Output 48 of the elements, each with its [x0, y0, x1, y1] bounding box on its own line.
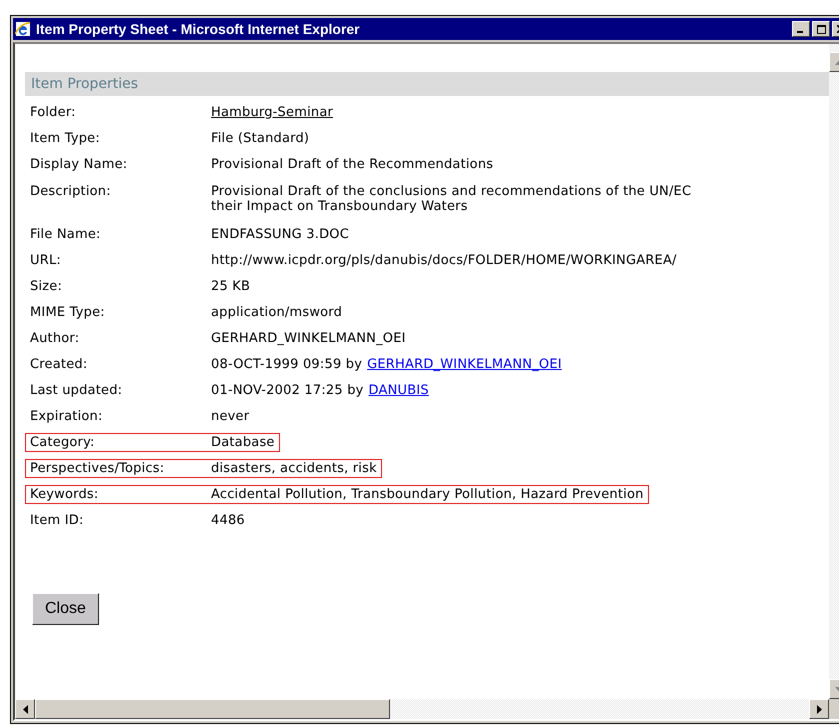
scroll-right-button[interactable] — [809, 699, 829, 719]
field-value: GERHARD_WINKELMANN_OEI — [211, 330, 406, 346]
field-value: 4486 — [211, 512, 245, 528]
field-label: URL: — [30, 252, 62, 268]
field-label: Created: — [30, 356, 88, 372]
field-label: Category: — [30, 434, 96, 450]
browser-icon — [15, 21, 31, 37]
field-value: http://www.icpdr.org/pls/danubis/docs/FOLDER/HOME/WORKINGAREA/ — [211, 252, 677, 268]
field-label: Display Name: — [30, 156, 128, 172]
field-link[interactable]: DANUBIS — [368, 382, 429, 398]
close-page-button[interactable]: Close — [32, 593, 99, 625]
maximize-icon — [816, 24, 826, 34]
field-value: disasters, accidents, risk — [211, 460, 377, 476]
field-value: never — [211, 408, 250, 424]
field-label: Keywords: — [30, 486, 100, 502]
field-value: 08-OCT-1999 09:59 by — [211, 356, 362, 372]
field-label: MIME Type: — [30, 304, 106, 320]
maximize-button[interactable] — [812, 21, 830, 37]
field-link[interactable]: Hamburg-Seminar — [211, 104, 334, 120]
field-value: ENDFASSUNG 3.DOC — [211, 226, 349, 242]
window-title: Item Property Sheet - Microsoft Internet Explorer — [36, 21, 361, 37]
horizontal-scrollbar[interactable] — [15, 699, 829, 719]
field-value: their Impact on Transboundary Waters — [211, 199, 469, 214]
field-value: Accidental Pollution, Transboundary Pollution, Hazard Prevention — [211, 486, 644, 502]
scroll-thumb[interactable] — [35, 699, 390, 719]
field-label: Last updated: — [30, 382, 124, 398]
scroll-left-button[interactable] — [15, 699, 35, 719]
field-value: Provisional Draft of the Recommendations — [211, 156, 494, 172]
field-label: Item Type: — [30, 130, 101, 146]
field-value: 01-NOV-2002 17:25 by — [211, 382, 364, 398]
field-value: Provisional Draft of the conclusions and recommendations of the UN/EC — [211, 184, 692, 199]
field-label: Size: — [30, 278, 64, 294]
field-value: application/msword — [211, 304, 342, 320]
field-label: File Name: — [30, 226, 102, 242]
field-link[interactable]: GERHARD_WINKELMANN_OEI — [367, 356, 562, 372]
section-header: Item Properties — [25, 72, 829, 96]
field-value: File (Standard) — [211, 130, 310, 146]
field-value: Database — [211, 434, 275, 450]
right-arrow-icon — [816, 704, 822, 714]
field-label: Perspectives/Topics: — [30, 460, 166, 476]
field-label: Folder: — [30, 104, 77, 120]
left-arrow-icon — [22, 704, 28, 714]
field-label: Item ID: — [30, 512, 85, 528]
minimize-button[interactable] — [792, 21, 810, 37]
field-label: Description: — [30, 184, 112, 199]
field-label: Expiration: — [30, 408, 104, 424]
field-value: 25 KB — [211, 278, 250, 294]
field-label: Author: — [30, 330, 80, 346]
